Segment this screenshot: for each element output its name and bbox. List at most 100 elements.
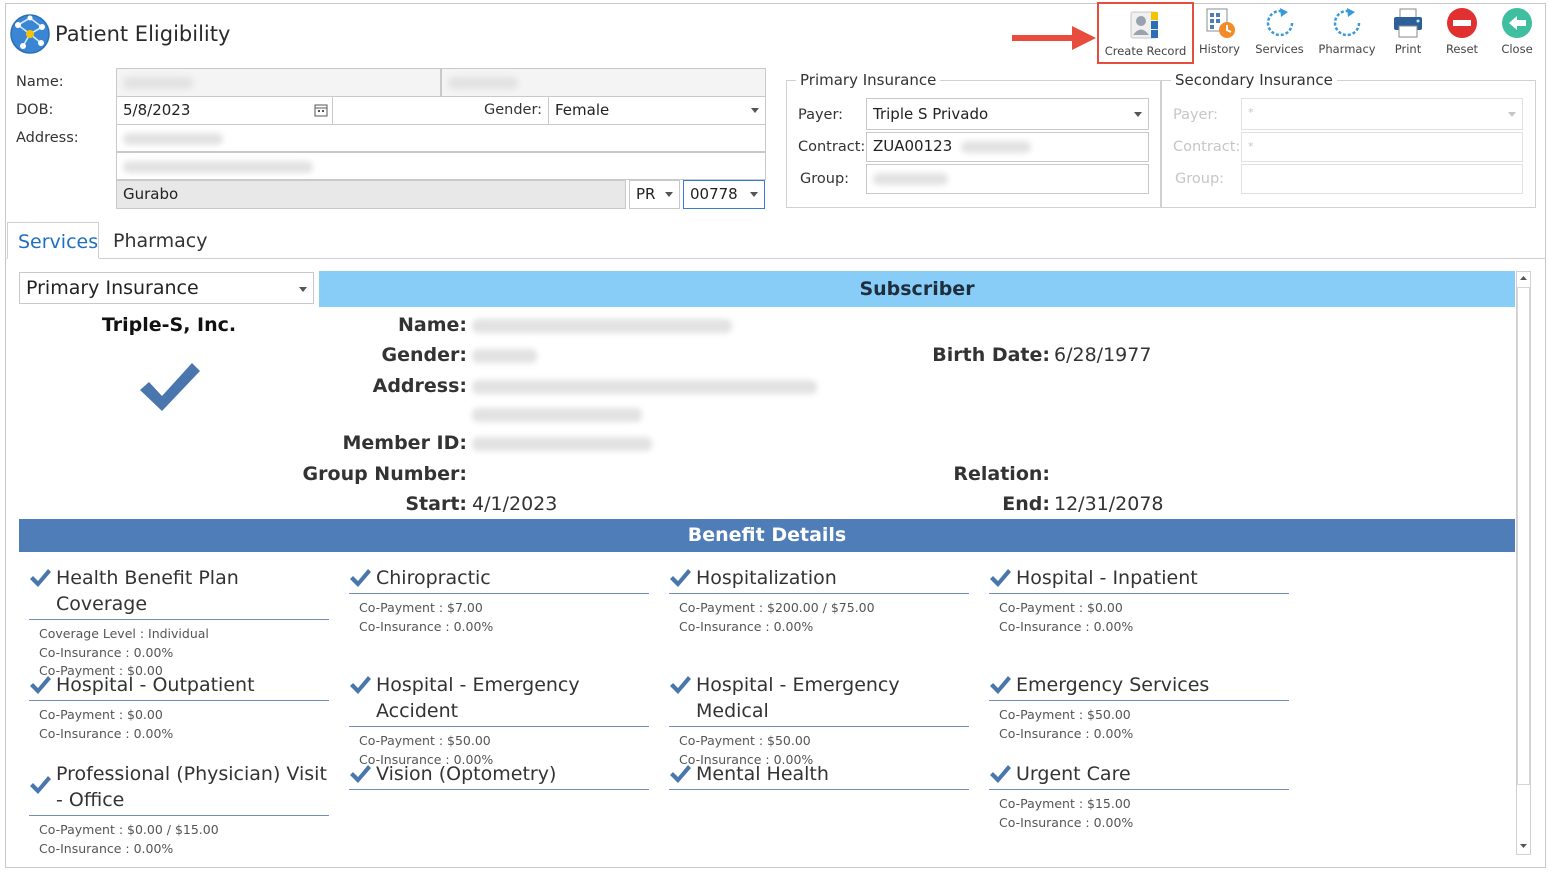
primary-contract-label: Contract: [798,139,866,155]
check-icon [30,776,51,794]
gender-select[interactable]: Female [548,96,766,125]
tab-services[interactable]: Services [7,222,99,259]
calendar-clock-icon [1206,8,1235,38]
chevron-down-icon [751,108,759,113]
subscriber-gender-label: Gender: [381,344,467,366]
subscriber-name-label: Name: [397,314,467,336]
secondary-group-label: Group: [1175,171,1225,187]
city-field[interactable]: Gurabo [116,180,626,209]
check-icon [670,569,691,587]
last-name-field[interactable] [441,68,766,97]
services-button[interactable]: Services [1252,6,1307,62]
primary-group-label: Group: [800,171,850,187]
benefit-hospital-emergency-accident: Hospital - Emergency Accident Co-Payment… [349,672,649,769]
primary-payer-label: Payer: [798,107,844,123]
primary-group-field[interactable] [866,164,1149,194]
end-date-label: End: [1002,493,1050,515]
benefit-hospital-emergency-medical: Hospital - Emergency Medical Co-Payment … [669,672,969,769]
secondary-insurance-title: Secondary Insurance [1171,71,1337,89]
back-arrow-icon [1502,8,1532,38]
address-line-2-field[interactable] [116,152,766,180]
secondary-contract-label: Contract: [1173,139,1241,155]
secondary-contract-field[interactable]: * [1241,132,1523,162]
stop-icon [1447,8,1477,38]
chevron-down-icon [1134,112,1142,117]
benefit-professional-visit-office: Professional (Physician) Visit - Office … [29,761,329,858]
check-icon [350,676,371,694]
chevron-down-icon [299,287,307,292]
primary-contract-field[interactable]: ZUA00123 [866,132,1149,162]
scroll-down-icon[interactable] [1516,838,1531,853]
benefit-mental-health: Mental Health [669,761,969,790]
check-icon [350,569,371,587]
gender-label: Gender: [484,102,543,118]
start-date-value: 4/1/2023 [472,493,558,515]
primary-insurance-title: Primary Insurance [796,71,941,89]
check-icon [30,676,51,694]
address-line-1-field[interactable] [116,124,766,152]
page-title: Patient Eligibility [55,22,231,46]
subscriber-address-line-2 [472,403,642,425]
benefit-chiropractic: Chiropractic Co-Payment : $7.00 Co-Insur… [349,565,649,636]
subscriber-name-value [472,314,732,336]
subscriber-address-value [472,375,817,397]
carrier-name: Triple-S, Inc. [101,314,237,336]
scrollbar-thumb[interactable] [1517,287,1530,785]
group-number-label: Group Number: [302,463,467,485]
check-icon [350,765,371,783]
dob-label: DOB: [16,102,54,118]
benefit-hospital-outpatient: Hospital - Outpatient Co-Payment : $0.00… [29,672,329,743]
scroll-up-icon[interactable] [1516,271,1531,286]
history-button[interactable]: History [1197,6,1242,62]
subscriber-header: Subscriber [319,271,1515,307]
member-id-value [472,432,652,454]
refresh-icon [1333,8,1361,37]
eligible-check-icon [140,363,200,411]
benefit-hospital-inpatient: Hospital - Inpatient Co-Payment : $0.00 … [989,565,1289,636]
dob-field[interactable]: 5/8/2023 [116,96,333,125]
reset-button[interactable]: Reset [1442,6,1482,62]
state-select[interactable]: PR [629,180,680,209]
tab-pharmacy[interactable]: Pharmacy [103,222,213,259]
first-name-field[interactable] [116,68,441,97]
calendar-icon[interactable] [314,103,328,117]
benefit-details-header: Benefit Details [19,519,1515,552]
benefit-emergency-services: Emergency Services Co-Payment : $50.00 C… [989,672,1289,743]
relation-label: Relation: [953,463,1050,485]
check-icon [670,676,691,694]
benefit-health-plan-coverage: Health Benefit Plan Coverage Coverage Le… [29,565,329,681]
end-date-value: 12/31/2078 [1054,493,1164,515]
create-record-button[interactable]: Create Record [1097,2,1194,64]
print-button[interactable]: Print [1388,6,1428,62]
benefit-urgent-care: Urgent Care Co-Payment : $15.00 Co-Insur… [989,761,1289,832]
address-label: Address: [16,130,79,146]
secondary-payer-select[interactable]: * [1241,98,1523,130]
tab-strip-divider [5,258,1546,259]
benefit-hospitalization: Hospitalization Co-Payment : $200.00 / $… [669,565,969,636]
name-label: Name: [16,74,64,90]
create-record-icon [1130,11,1158,39]
check-icon [670,765,691,783]
pharmacy-button[interactable]: Pharmacy [1316,6,1378,62]
birth-date-value: 6/28/1977 [1054,344,1152,366]
member-id-label: Member ID: [342,432,467,454]
check-icon [990,676,1011,694]
chevron-down-icon [750,192,758,197]
secondary-payer-label: Payer: [1173,107,1219,123]
secondary-group-field[interactable] [1241,164,1523,194]
benefit-vision-optometry: Vision (Optometry) [349,761,649,790]
check-icon [990,569,1011,587]
primary-payer-select[interactable]: Triple S Privado [866,98,1149,130]
insurance-selector[interactable]: Primary Insurance [19,272,314,304]
check-icon [30,569,51,587]
close-button[interactable]: Close [1497,6,1537,62]
zip-select[interactable]: 00778 [683,180,765,209]
birth-date-label: Birth Date: [932,344,1050,366]
arrow-right-icon [1012,26,1096,50]
start-date-label: Start: [405,493,467,515]
refresh-icon [1266,8,1293,37]
subscriber-gender-value [472,344,537,366]
chevron-down-icon [665,192,673,197]
printer-icon [1394,8,1422,38]
subscriber-address-label: Address: [372,375,467,397]
